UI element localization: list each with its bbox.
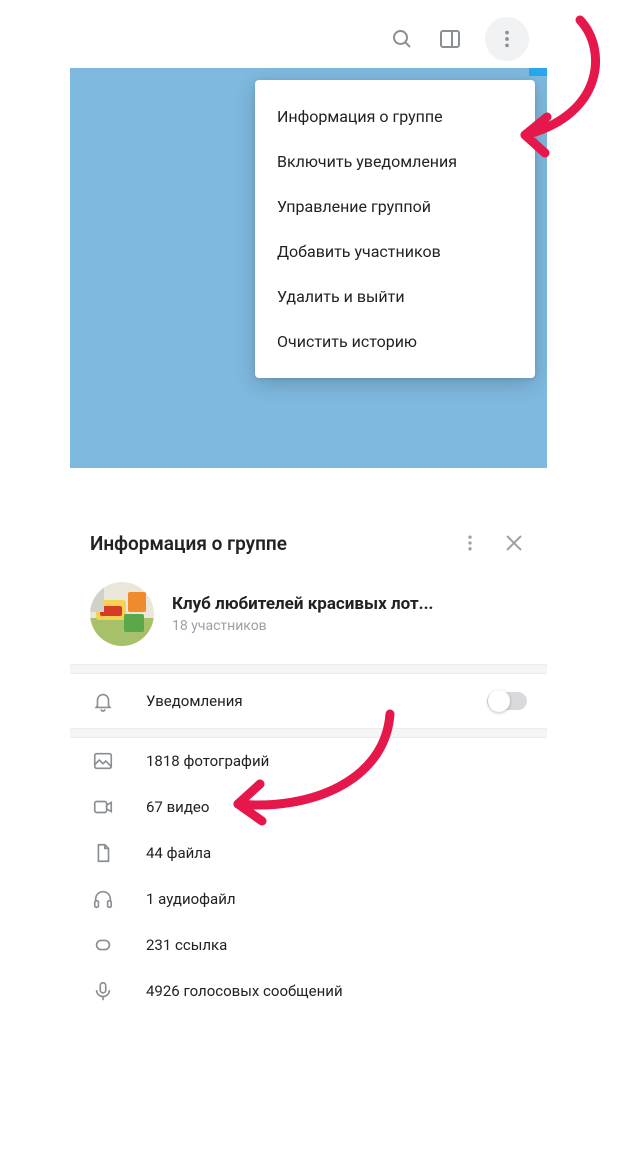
image-icon xyxy=(90,748,116,774)
media-row-links[interactable]: 231 ссылка xyxy=(70,922,547,968)
media-row-audio[interactable]: 1 аудиофайл xyxy=(70,876,547,922)
more-menu-dropdown: Информация о группе Включить уведомления… xyxy=(255,80,535,378)
annotation-arrow-2 xyxy=(200,696,410,836)
bell-icon xyxy=(90,688,116,714)
group-summary-row: Клуб любителей красивых лот... 18 участн… xyxy=(70,570,547,664)
close-icon[interactable] xyxy=(497,526,531,560)
more-icon[interactable] xyxy=(453,526,487,560)
video-icon xyxy=(90,794,116,820)
group-avatar[interactable] xyxy=(90,582,154,646)
annotation-arrow-1 xyxy=(495,5,615,160)
group-name: Клуб любителей красивых лот... xyxy=(172,594,433,614)
section-divider xyxy=(70,664,547,674)
file-icon xyxy=(90,840,116,866)
chat-toolbar xyxy=(70,10,547,68)
sidebar-toggle-icon[interactable] xyxy=(437,26,463,52)
media-audio-label: 1 аудиофайл xyxy=(146,890,527,908)
menu-item-add-members[interactable]: Добавить участников xyxy=(255,229,535,274)
menu-item-group-info[interactable]: Информация о группе xyxy=(255,94,535,139)
menu-item-clear-history[interactable]: Очистить историю xyxy=(255,319,535,364)
media-row-voice[interactable]: 4926 голосовых сообщений xyxy=(70,968,547,1014)
media-row-files[interactable]: 44 файла xyxy=(70,830,547,876)
media-voice-label: 4926 голосовых сообщений xyxy=(146,982,527,1000)
microphone-icon xyxy=(90,978,116,1004)
menu-item-manage-group[interactable]: Управление группой xyxy=(255,184,535,229)
notifications-toggle[interactable] xyxy=(487,692,527,710)
group-info-panel: Информация о группе xyxy=(70,508,547,1014)
menu-item-delete-and-leave[interactable]: Удалить и выйти xyxy=(255,274,535,319)
chat-header-panel: Информация о группе Включить уведомления… xyxy=(70,10,547,468)
link-icon xyxy=(90,932,116,958)
menu-item-enable-notifications[interactable]: Включить уведомления xyxy=(255,139,535,184)
group-members-count: 18 участников xyxy=(172,618,433,634)
group-info-title: Информация о группе xyxy=(90,532,443,555)
media-files-label: 44 файла xyxy=(146,844,527,862)
media-links-label: 231 ссылка xyxy=(146,936,527,954)
search-icon[interactable] xyxy=(389,26,415,52)
headphones-icon xyxy=(90,886,116,912)
group-info-header: Информация о группе xyxy=(70,508,547,570)
